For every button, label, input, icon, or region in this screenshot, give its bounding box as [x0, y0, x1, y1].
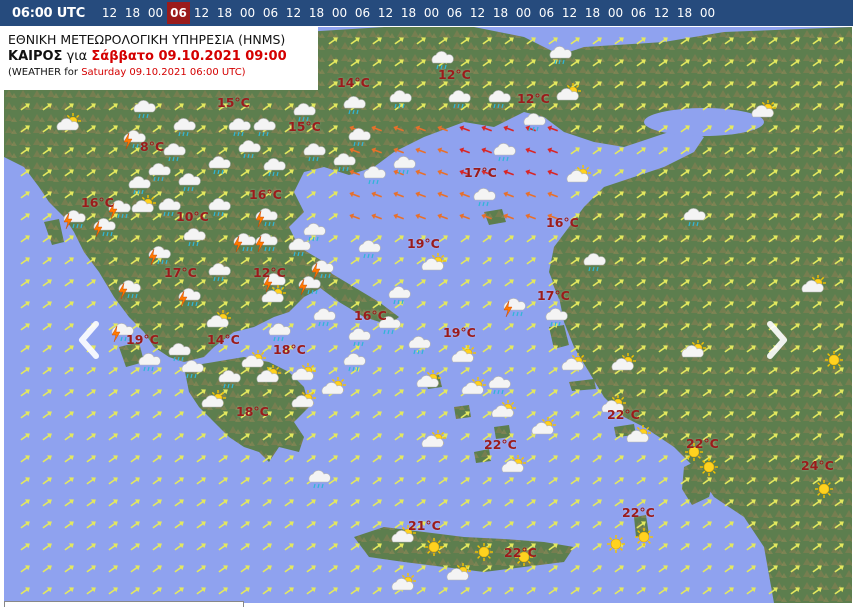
hour-option[interactable]: 18 — [305, 2, 328, 24]
temperature-label: 22°C — [504, 545, 537, 560]
hour-option[interactable]: 00 — [144, 2, 167, 24]
temperature-label: 15°C — [217, 95, 250, 110]
sun-icon — [635, 528, 653, 546]
temperature-label: 14°C — [207, 332, 240, 347]
sun-icon — [815, 480, 833, 498]
temperature-label: 16°C — [354, 308, 387, 323]
hour-option[interactable]: 06 — [535, 2, 558, 24]
temperature-label: 22°C — [607, 407, 640, 422]
hour-option[interactable]: 06 — [167, 2, 190, 24]
weather-for: (WEATHER for — [8, 67, 78, 78]
hour-option[interactable]: 06 — [259, 2, 282, 24]
weather-map: 14°C 12°C 15°C 12°C 15°C 8°C 17°C 16°C 16°C 10°C 1… — [4, 27, 852, 603]
temperature-label: 19°C — [443, 325, 476, 340]
temperature-label: 16°C — [81, 195, 114, 210]
agency-name: ΕΘΝΙΚΗ ΜΕΤΕΩΡΟΛΟΓΙΚΗ ΥΠΗΡΕΣΙΑ (HNMS) — [8, 32, 286, 47]
sun-icon — [825, 351, 843, 369]
hour-option[interactable]: 12 — [374, 2, 397, 24]
hour-option[interactable]: 18 — [673, 2, 696, 24]
sun-icon — [700, 458, 718, 476]
forecast-date: Σάββατο 09.10.2021 09:00 — [91, 49, 287, 64]
temperature-label: 16°C — [546, 215, 579, 230]
temperature-label: 21°C — [408, 518, 441, 533]
temperature-label: 17°C — [164, 265, 197, 280]
hour-option[interactable]: 12 — [98, 2, 121, 24]
hour-option[interactable]: 00 — [420, 2, 443, 24]
sun-icon — [425, 538, 443, 556]
temperature-label: 16°C — [249, 187, 282, 202]
map-canvas — [4, 27, 852, 603]
hour-option[interactable]: 18 — [581, 2, 604, 24]
weather-date: Saturday 09.10.2021 06:00 UTC) — [81, 67, 246, 78]
hour-option[interactable]: 00 — [696, 2, 719, 24]
temperature-label: 12°C — [517, 91, 550, 106]
bottom-scrollbar[interactable] — [4, 601, 244, 607]
forecast-title: ΚΑΙΡΟΣ για Σάββατο 09.10.2021 09:00 — [8, 48, 314, 66]
hour-option[interactable]: 18 — [121, 2, 144, 24]
hour-option[interactable]: 12 — [466, 2, 489, 24]
temperature-label: 19°C — [126, 332, 159, 347]
temperature-label: 17°C — [537, 288, 570, 303]
temperature-label: 10°C — [176, 209, 209, 224]
forecast-info-box: ΕΘΝΙΚΗ ΜΕΤΕΩΡΟΛΟΓΙΚΗ ΥΠΗΡΕΣΙΑ (HNMS) ΚΑΙ… — [4, 27, 318, 90]
weather-subtitle: (WEATHER for Saturday 09.10.2021 06:00 U… — [8, 66, 314, 80]
hour-option[interactable]: 00 — [604, 2, 627, 24]
hour-selector: 12 18 00 06 12 18 00 06 12 18 00 06 12 18 00 06 12 18 00 06… — [98, 0, 719, 26]
hour-option[interactable]: 18 — [397, 2, 420, 24]
temperature-label: 12°C — [438, 67, 471, 82]
hour-option[interactable]: 12 — [190, 2, 213, 24]
hour-option[interactable]: 12 — [558, 2, 581, 24]
hour-option[interactable]: 00 — [512, 2, 535, 24]
temperature-label: 17°C — [464, 165, 497, 180]
hour-option[interactable]: 12 — [282, 2, 305, 24]
hour-option[interactable]: 18 — [489, 2, 512, 24]
chevron-right-icon[interactable] — [762, 320, 792, 360]
temperature-label: 15°C — [288, 119, 321, 134]
hour-option[interactable]: 18 — [213, 2, 236, 24]
temperature-label: 19°C — [407, 236, 440, 251]
time-bar: 06:00 UTC 12 18 00 06 12 18 00 06 12 18 00 06 12 18 00… — [0, 0, 853, 26]
hour-option[interactable]: 00 — [236, 2, 259, 24]
hour-option[interactable]: 06 — [627, 2, 650, 24]
hour-option[interactable]: 00 — [328, 2, 351, 24]
forecast-word: ΚΑΙΡΟΣ — [8, 49, 63, 64]
hour-option[interactable]: 12 — [650, 2, 673, 24]
temperature-label: 24°C — [801, 458, 834, 473]
temperature-label: 22°C — [686, 436, 719, 451]
temperature-label: 22°C — [622, 505, 655, 520]
temperature-label: 8°C — [140, 139, 165, 154]
hour-option[interactable]: 06 — [351, 2, 374, 24]
temperature-label: 22°C — [484, 437, 517, 452]
hour-option[interactable]: 06 — [443, 2, 466, 24]
temperature-label: 12°C — [253, 265, 286, 280]
chevron-left-icon[interactable] — [74, 320, 104, 360]
temperature-label: 14°C — [337, 75, 370, 90]
temperature-label: 18°C — [236, 404, 269, 419]
temperature-label: 18°C — [273, 342, 306, 357]
forecast-for: για — [66, 49, 88, 64]
sun-icon — [607, 535, 625, 553]
current-time-label: 06:00 UTC — [12, 5, 86, 21]
sun-icon — [475, 543, 493, 561]
